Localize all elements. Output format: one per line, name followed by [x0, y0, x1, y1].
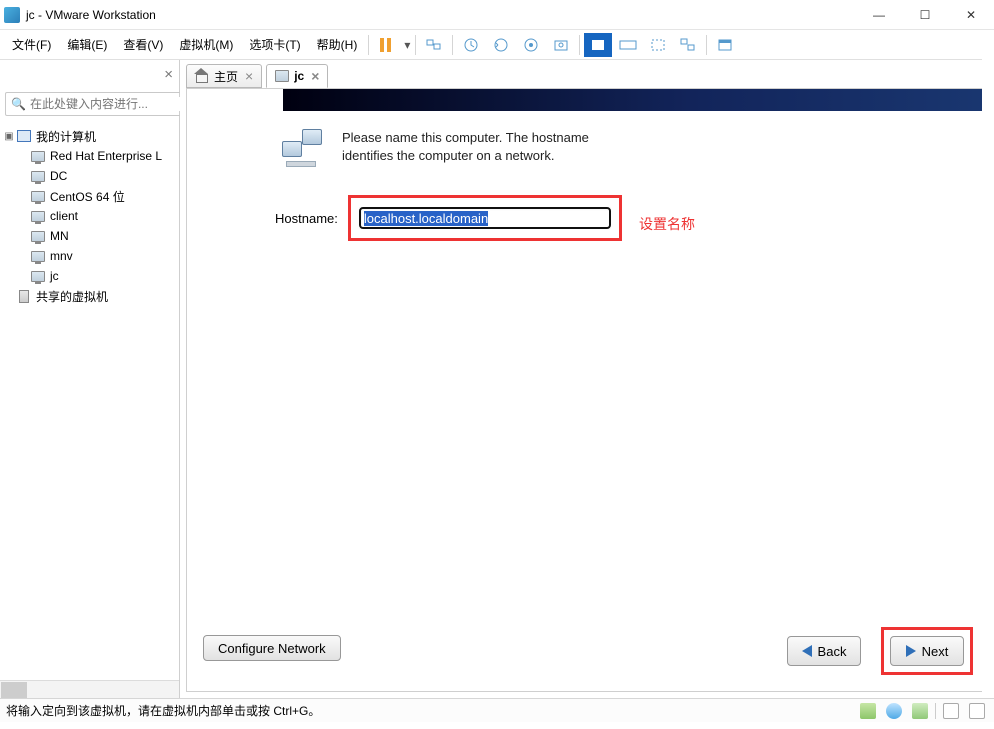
library-tree[interactable]: ▣ 我的计算机 Red Hat Enterprise L DC CentOS 6… — [0, 120, 179, 680]
pause-button[interactable] — [373, 33, 401, 57]
tree-root-shared[interactable]: 共享的虚拟机 — [2, 286, 177, 306]
disk-icon[interactable] — [860, 703, 876, 719]
separator — [368, 35, 369, 55]
vm-icon — [31, 251, 45, 262]
close-button[interactable]: ✕ — [948, 0, 994, 30]
close-icon[interactable]: × — [311, 68, 319, 84]
installer-banner — [283, 89, 988, 111]
next-button[interactable]: Next — [890, 636, 964, 666]
tab-label: 主页 — [214, 68, 238, 85]
menu-edit[interactable]: 编辑(E) — [59, 32, 115, 57]
hostname-label: Hostname: — [275, 211, 338, 226]
window-title: jc - VMware Workstation — [26, 8, 856, 22]
snapshot-button[interactable] — [457, 33, 485, 57]
vm-icon — [31, 211, 45, 222]
vm-icon — [31, 231, 45, 242]
close-icon[interactable]: × — [164, 66, 173, 83]
main-area: × 🔍 ▼ ▣ 我的计算机 Red Hat Enterprise L DC Ce… — [0, 60, 994, 698]
sidebar: × 🔍 ▼ ▣ 我的计算机 Red Hat Enterprise L DC Ce… — [0, 60, 180, 698]
tree-item[interactable]: DC — [2, 166, 177, 186]
menu-vm[interactable]: 虚拟机(M) — [171, 32, 241, 57]
vm-icon — [31, 151, 45, 162]
send-ctrl-alt-del-button[interactable] — [420, 33, 448, 57]
tree-item[interactable]: CentOS 64 位 — [2, 186, 177, 206]
app-icon — [4, 7, 20, 23]
separator — [579, 35, 580, 55]
tree-item[interactable]: MN — [2, 226, 177, 246]
menu-tabs[interactable]: 选项卡(T) — [241, 32, 308, 57]
back-button[interactable]: Back — [787, 636, 861, 666]
power-dropdown[interactable]: ▾ — [402, 38, 412, 52]
menu-help[interactable]: 帮助(H) — [309, 32, 366, 57]
tab-label: jc — [294, 69, 304, 83]
configure-network-button[interactable]: Configure Network — [203, 635, 341, 661]
separator — [706, 35, 707, 55]
back-label: Back — [818, 644, 847, 659]
separator — [452, 35, 453, 55]
unity-button[interactable] — [674, 33, 702, 57]
annotation-box: Next — [881, 627, 973, 675]
minimize-button[interactable]: — — [856, 0, 902, 30]
display-icon[interactable] — [943, 703, 959, 719]
search-box[interactable]: 🔍 ▼ — [5, 92, 201, 116]
collapse-icon[interactable]: ▣ — [2, 131, 16, 142]
vm-icon — [31, 271, 45, 282]
manage-button[interactable] — [547, 33, 575, 57]
content-area: 主页 × jc × Please name this computer. The… — [180, 60, 994, 698]
tree-item[interactable]: mnv — [2, 246, 177, 266]
tree-item[interactable]: client — [2, 206, 177, 226]
vm-icon — [31, 171, 45, 182]
menu-view[interactable]: 查看(V) — [115, 32, 171, 57]
search-icon: 🔍 — [11, 97, 26, 111]
close-icon[interactable]: × — [245, 68, 253, 84]
maximize-button[interactable]: ☐ — [902, 0, 948, 30]
menu-file[interactable]: 文件(F) — [4, 32, 59, 57]
fit-window-button[interactable] — [614, 33, 642, 57]
arrow-left-icon — [802, 645, 812, 657]
arrow-right-icon — [906, 645, 916, 657]
tree-root-mycomputer[interactable]: ▣ 我的计算机 — [2, 126, 177, 146]
menubar: 文件(F) 编辑(E) 查看(V) 虚拟机(M) 选项卡(T) 帮助(H) ▾ — [0, 30, 994, 60]
statusbar: 将输入定向到该虚拟机，请在虚拟机内部单击或按 Ctrl+G。 — [0, 698, 994, 722]
sidebar-header: × — [0, 60, 179, 88]
vm-icon — [31, 191, 45, 202]
fit-guest-button[interactable] — [584, 33, 612, 57]
tab-home[interactable]: 主页 × — [186, 64, 262, 88]
tab-jc[interactable]: jc × — [266, 64, 328, 88]
hostname-input[interactable] — [359, 207, 611, 229]
nav-row: Back Next — [787, 627, 973, 675]
cd-icon[interactable] — [886, 703, 902, 719]
separator — [415, 35, 416, 55]
vm-icon — [275, 70, 289, 82]
status-icons — [857, 703, 988, 719]
annotation-box — [348, 195, 622, 241]
titlebar: jc - VMware Workstation — ☐ ✕ — [0, 0, 994, 30]
home-icon — [195, 70, 209, 82]
server-icon — [19, 290, 29, 303]
sidebar-toggle-icon[interactable] — [969, 703, 985, 719]
hostname-row: Hostname: — [275, 195, 622, 241]
bleed-right — [982, 30, 994, 698]
vm-console[interactable]: Please name this computer. The hostname … — [186, 88, 988, 692]
tree-item[interactable]: Red Hat Enterprise L — [2, 146, 177, 166]
status-message: 将输入定向到该虚拟机，请在虚拟机内部单击或按 Ctrl+G。 — [6, 702, 857, 719]
network-icon — [282, 129, 326, 167]
tab-bar: 主页 × jc × — [180, 60, 994, 88]
network-status-icon[interactable] — [912, 703, 928, 719]
snapshot-manager-button[interactable] — [517, 33, 545, 57]
horizontal-scrollbar[interactable] — [0, 680, 179, 698]
revert-button[interactable] — [487, 33, 515, 57]
intro-block: Please name this computer. The hostname … — [282, 129, 594, 167]
computer-icon — [17, 130, 31, 142]
annotation-text: 设置名称 — [639, 214, 695, 234]
search-input[interactable] — [30, 97, 185, 111]
intro-text: Please name this computer. The hostname … — [342, 129, 594, 164]
tree-item-jc[interactable]: jc — [2, 266, 177, 286]
thumbnail-button[interactable] — [711, 33, 739, 57]
next-label: Next — [922, 644, 949, 659]
fullscreen-button[interactable] — [644, 33, 672, 57]
